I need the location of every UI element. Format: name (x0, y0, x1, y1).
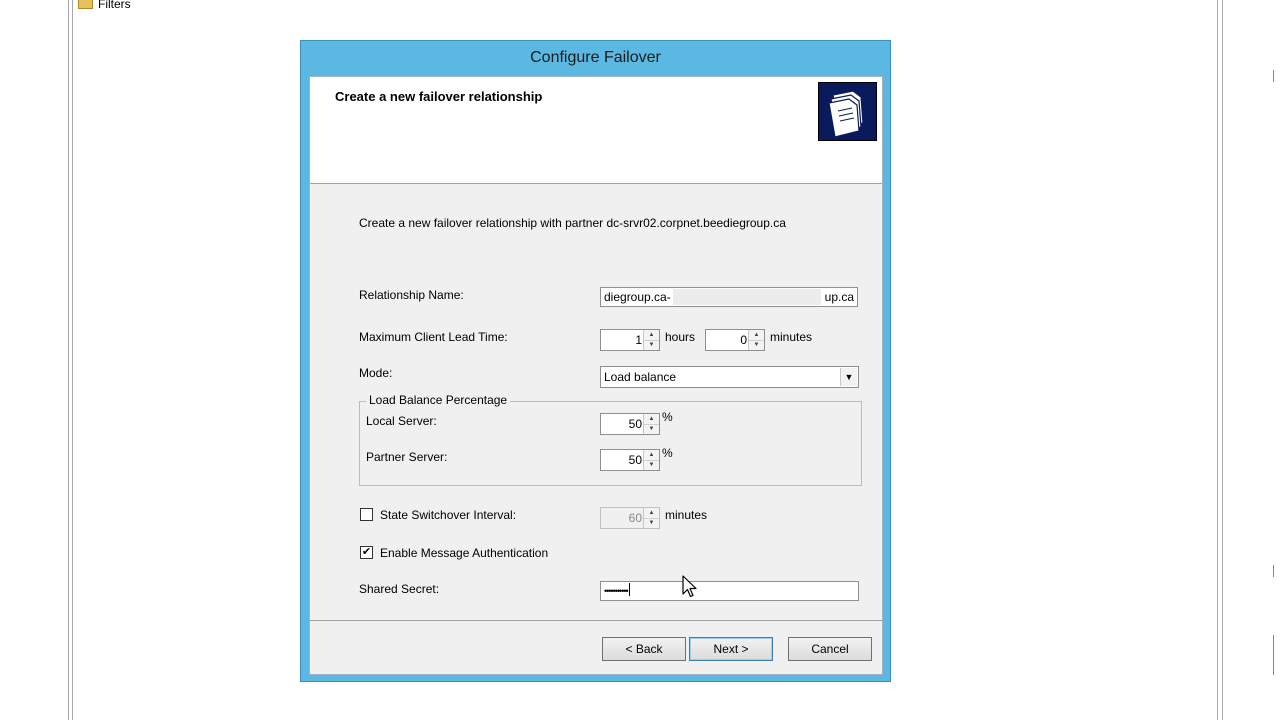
shared-secret-label: Shared Secret: (359, 582, 440, 596)
relationship-name-value-right: up.ca (824, 290, 854, 304)
relationship-name-input[interactable]: diegroup.ca- up.ca (600, 287, 858, 307)
shared-secret-value: ••••••••••• (604, 586, 629, 596)
spinner-buttons: ▲ ▼ (643, 508, 659, 528)
mode-selected-value: Load balance (604, 370, 677, 384)
intro-text: Create a new failover relationship with … (359, 216, 786, 230)
folders-icon (818, 82, 877, 141)
lead-time-minutes-spinner[interactable]: 0 ▲ ▼ (705, 329, 765, 351)
edge-scroll-mark (1273, 70, 1280, 82)
local-server-percent-value: 50 (628, 417, 642, 431)
relationship-name-value-left: diegroup.ca- (604, 290, 671, 304)
local-percent-sign: % (662, 410, 673, 424)
spin-down-icon: ▼ (648, 520, 655, 526)
spin-down-icon[interactable]: ▼ (644, 460, 659, 470)
partner-server-percent-value: 50 (628, 453, 642, 467)
spinner-buttons: ▲ ▼ (643, 330, 659, 350)
cancel-button[interactable]: Cancel (788, 637, 872, 661)
local-server-percent-spinner[interactable]: 50 ▲ ▼ (600, 413, 660, 435)
wizard-header: Create a new failover relationship (310, 77, 882, 184)
text-caret (628, 583, 630, 596)
max-client-lead-time-label: Maximum Client Lead Time: (359, 330, 508, 344)
window-border-left-inner (72, 0, 73, 720)
window-border-left (68, 0, 69, 720)
lead-time-hours-value: 1 (635, 333, 642, 347)
state-switchover-value: 60 (628, 511, 642, 525)
edge-scrollbar[interactable] (1273, 635, 1280, 675)
window-border-right (1217, 0, 1218, 720)
message-auth-checkbox[interactable]: ✔ (360, 546, 373, 559)
configure-failover-dialog: Configure Failover Create a new failover… (300, 40, 891, 682)
hours-unit-label: hours (665, 330, 696, 344)
spin-down-icon[interactable]: ▼ (644, 340, 659, 350)
state-switchover-spinner: 60 ▲ ▼ (600, 507, 660, 529)
shared-secret-input[interactable]: ••••••••••• (600, 581, 859, 601)
mouse-cursor-icon (682, 575, 698, 599)
edge-scroll-mark (1273, 565, 1280, 577)
window-border-right-inner (1222, 0, 1223, 720)
back-button[interactable]: < Back (602, 637, 686, 661)
next-button[interactable]: Next > (689, 637, 773, 661)
spin-down-icon[interactable]: ▼ (749, 340, 764, 350)
load-balance-legend: Load Balance Percentage (366, 393, 511, 407)
spinner-buttons: ▲ ▼ (643, 414, 659, 434)
partner-server-label: Partner Server: (366, 450, 448, 464)
redacted-region (673, 289, 821, 305)
mode-dropdown[interactable]: Load balance ▼ (600, 366, 859, 388)
partner-percent-sign: % (662, 446, 673, 460)
spin-down-icon[interactable]: ▼ (644, 424, 659, 434)
chevron-down-icon[interactable]: ▼ (840, 368, 857, 386)
spinner-buttons: ▲ ▼ (643, 450, 659, 470)
local-server-label: Local Server: (366, 414, 437, 428)
folder-icon (78, 0, 93, 9)
dialog-title[interactable]: Configure Failover (301, 41, 890, 76)
minutes-unit-label: minutes (770, 330, 813, 344)
filters-node[interactable]: Filters (78, 0, 131, 11)
filters-label: Filters (98, 0, 131, 11)
dialog-client-area: Create a new failover relationship Creat… (309, 76, 883, 675)
header-title: Create a new failover relationship (335, 89, 543, 104)
partner-server-percent-spinner[interactable]: 50 ▲ ▼ (600, 449, 660, 471)
state-switchover-label: State Switchover Interval: (380, 508, 517, 522)
state-switchover-unit: minutes (665, 508, 708, 522)
footer-separator (310, 620, 882, 621)
mode-label: Mode: (359, 366, 393, 380)
spinner-buttons: ▲ ▼ (748, 330, 764, 350)
relationship-name-label: Relationship Name: (359, 288, 464, 302)
lead-time-minutes-value: 0 (740, 333, 747, 347)
message-auth-label: Enable Message Authentication (380, 546, 549, 560)
state-switchover-checkbox[interactable] (360, 508, 373, 521)
lead-time-hours-spinner[interactable]: 1 ▲ ▼ (600, 329, 660, 351)
